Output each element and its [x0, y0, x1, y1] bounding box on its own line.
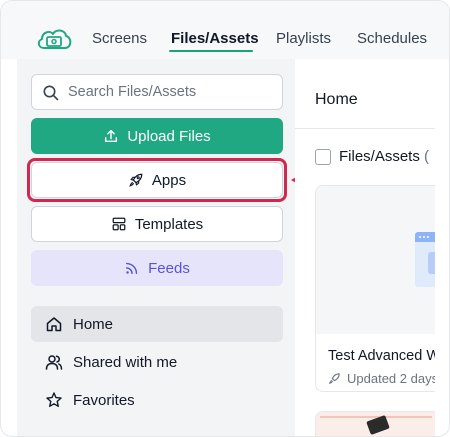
- file-updated-text: Updated 2 days: [347, 371, 435, 386]
- sidebar: [17, 59, 295, 436]
- active-tab-indicator: [169, 50, 253, 52]
- sidebar-item-label: Shared with me: [73, 353, 178, 371]
- files-count: (: [424, 148, 430, 165]
- cloud-logo-icon[interactable]: [35, 24, 73, 54]
- sidebar-item-favorites[interactable]: Favorites: [31, 382, 283, 418]
- thumbnail-shape: [366, 415, 390, 435]
- upload-files-button[interactable]: Upload Files: [31, 118, 283, 154]
- divider: [295, 128, 435, 129]
- search-input[interactable]: [68, 75, 268, 109]
- feeds-button[interactable]: Feeds: [31, 250, 283, 286]
- thumbnail-cell: [428, 252, 435, 274]
- feeds-label: Feeds: [148, 259, 190, 277]
- thumbnail-titlebar: [415, 232, 435, 242]
- app-window: Screens Files/Assets Playlists Schedules…: [0, 0, 450, 437]
- files-label: Files/Assets: [339, 148, 420, 165]
- tab-files-assets[interactable]: Files/Assets: [171, 30, 259, 48]
- search-box: [31, 74, 283, 110]
- sidebar-item-label: Favorites: [73, 391, 135, 409]
- tab-schedules[interactable]: Schedules: [357, 30, 427, 48]
- upload-icon: [105, 129, 118, 143]
- page-title: Home: [315, 91, 358, 108]
- people-icon: [45, 355, 63, 370]
- file-thumbnail: [316, 186, 435, 334]
- templates-button[interactable]: Templates: [31, 206, 283, 242]
- sidebar-item-shared[interactable]: Shared with me: [31, 344, 283, 380]
- select-all-checkbox[interactable]: [315, 149, 331, 165]
- rss-icon: [126, 262, 138, 275]
- file-meta: Updated 2 days: [328, 371, 435, 386]
- upload-files-label: Upload Files: [127, 127, 211, 145]
- top-nav: Screens Files/Assets Playlists Schedules: [1, 1, 449, 59]
- tab-playlists[interactable]: Playlists: [276, 30, 331, 48]
- tab-screens[interactable]: Screens: [92, 30, 147, 48]
- home-icon: [46, 317, 62, 332]
- file-card[interactable]: Test Advanced W Updated 2 days: [315, 185, 435, 392]
- search-icon: [43, 85, 59, 101]
- apps-highlight-box: [27, 158, 287, 202]
- sidebar-item-label: Home: [73, 315, 114, 333]
- file-card[interactable]: [315, 411, 435, 436]
- sidebar-item-home[interactable]: Home: [31, 306, 283, 342]
- template-layout-icon: [112, 217, 126, 231]
- star-icon: [46, 392, 62, 407]
- file-title: Test Advanced W: [328, 348, 435, 364]
- rocket-icon: [328, 373, 340, 385]
- templates-label: Templates: [134, 215, 204, 233]
- section-header: Files/Assets (: [339, 148, 429, 165]
